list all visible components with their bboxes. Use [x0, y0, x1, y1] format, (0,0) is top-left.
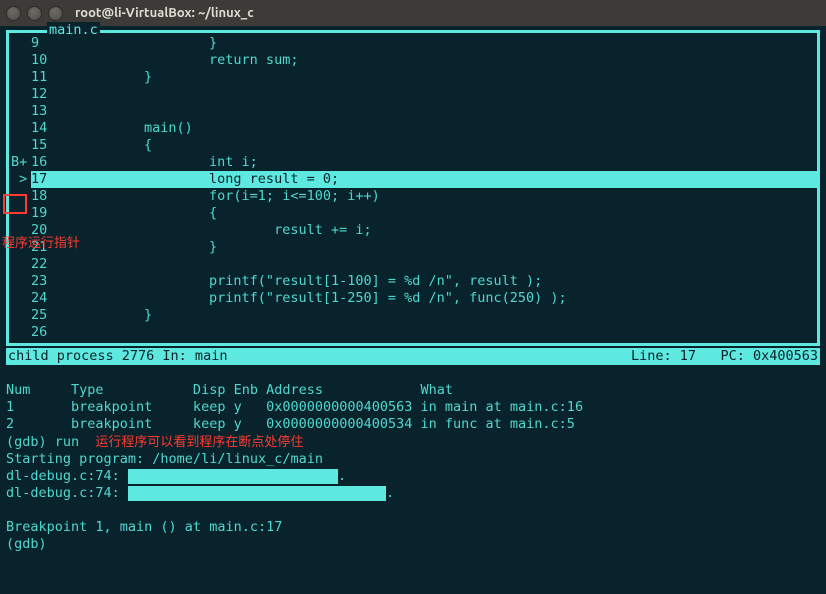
gdb-output: Num Type Disp Enb Address What 1 breakpo… — [6, 365, 820, 553]
gutter-marker — [11, 256, 31, 273]
line-number: 25 — [31, 307, 79, 324]
maximize-icon[interactable] — [48, 6, 63, 21]
line-number: 26 — [31, 324, 79, 341]
gutter-marker: B+ — [11, 154, 31, 171]
breakpoint-row: 2 breakpoint keep y 0x0000000000400534 i… — [6, 416, 575, 432]
gutter-marker — [11, 273, 31, 290]
source-line: 20 result += i; — [11, 222, 817, 239]
line-number: 15 — [31, 137, 79, 154]
gutter-marker — [11, 103, 31, 120]
line-number: 18 — [31, 188, 79, 205]
source-line: 25 } — [11, 307, 817, 324]
line-number: 19 — [31, 205, 79, 222]
line-number: 12 — [31, 86, 79, 103]
status-line-value: 17 — [680, 348, 696, 365]
line-number: 20 — [31, 222, 79, 239]
redacted-block — [128, 486, 386, 501]
redacted-block — [128, 469, 338, 484]
line-number: 22 — [31, 256, 79, 273]
code-text: } — [79, 239, 817, 256]
code-text: int i; — [79, 154, 817, 171]
source-line: 14 main() — [11, 120, 817, 137]
gutter-marker — [11, 222, 31, 239]
source-window: main.c 9 } 10 return sum; 11 } 12 13 14 … — [6, 30, 820, 346]
source-line: >17 long result = 0; — [11, 171, 817, 188]
annotation-run-note: 运行程序可以看到程序在断点处停住 — [95, 434, 303, 449]
code-text: } — [79, 35, 817, 52]
source-line: 23 printf("result[1-100] = %d /n", resul… — [11, 273, 817, 290]
gutter-marker — [11, 290, 31, 307]
line-number: 11 — [31, 69, 79, 86]
code-text: } — [79, 69, 817, 86]
code-text: long result = 0; — [79, 171, 817, 188]
minimize-icon[interactable] — [27, 6, 42, 21]
line-number: 16 — [31, 154, 79, 171]
gutter-marker — [11, 137, 31, 154]
code-text: { — [79, 205, 817, 222]
source-line: 24 printf("result[1-250] = %d /n", func(… — [11, 290, 817, 307]
breakpoint-table-header: Num Type Disp Enb Address What — [6, 382, 453, 398]
line-number: 10 — [31, 52, 79, 69]
window-titlebar: root@li-VirtualBox: ~/linux_c — [0, 0, 826, 26]
terminal[interactable]: main.c 9 } 10 return sum; 11 } 12 13 14 … — [0, 26, 826, 594]
gutter-marker — [11, 35, 31, 52]
status-line-label: Line: — [631, 348, 672, 365]
source-line: 11 } — [11, 69, 817, 86]
code-text: result += i; — [79, 222, 817, 239]
gdb-dl-debug-1: dl-debug.c:74: — [6, 468, 120, 484]
source-line: 13 — [11, 103, 817, 120]
source-line: 10 return sum; — [11, 52, 817, 69]
breakpoint-row: 1 breakpoint keep y 0x0000000000400563 i… — [6, 399, 583, 415]
source-line: 22 — [11, 256, 817, 273]
source-line: B+16 int i; — [11, 154, 817, 171]
code-text: } — [79, 307, 817, 324]
gdb-dl-debug-2: dl-debug.c:74: — [6, 485, 120, 501]
source-line: 26 — [11, 324, 817, 341]
code-text: return sum; — [79, 52, 817, 69]
source-line: 9 } — [11, 35, 817, 52]
code-text — [79, 86, 817, 103]
source-line: 18 for(i=1; i<=100; i++) — [11, 188, 817, 205]
code-text — [79, 324, 817, 341]
source-line: 19 { — [11, 205, 817, 222]
gutter-marker — [11, 239, 31, 256]
gdb-prompt[interactable]: (gdb) — [6, 536, 55, 552]
line-number: 14 — [31, 120, 79, 137]
gutter-marker — [11, 324, 31, 341]
code-text: printf("result[1-250] = %d /n", func(250… — [79, 290, 817, 307]
code-text: printf("result[1-100] = %d /n", result )… — [79, 273, 817, 290]
code-text — [79, 256, 817, 273]
code-text: { — [79, 137, 817, 154]
gutter-marker — [11, 307, 31, 324]
source-line: 15 { — [11, 137, 817, 154]
line-number: 21 — [31, 239, 79, 256]
gutter-marker: > — [11, 171, 31, 188]
status-pc-value: 0x400563 — [753, 348, 818, 365]
gutter-marker — [11, 205, 31, 222]
status-bar: child process 2776 In: main Line: 17 PC:… — [6, 348, 820, 365]
close-icon[interactable] — [6, 6, 21, 21]
source-file-label: main.c — [47, 22, 100, 39]
line-number: 23 — [31, 273, 79, 290]
status-pc-label: PC: — [720, 348, 744, 365]
gutter-marker — [11, 69, 31, 86]
source-line: 21 } — [11, 239, 817, 256]
code-text: for(i=1; i<=100; i++) — [79, 188, 817, 205]
gutter-marker — [11, 86, 31, 103]
gdb-run-command: (gdb) run — [6, 434, 79, 450]
line-number: 17 — [31, 171, 79, 188]
gdb-breakpoint-hit: Breakpoint 1, main () at main.c:17 — [6, 519, 282, 535]
code-text — [79, 103, 817, 120]
line-number: 13 — [31, 103, 79, 120]
code-text: main() — [79, 120, 817, 137]
gutter-marker — [11, 120, 31, 137]
source-line: 12 — [11, 86, 817, 103]
gdb-starting-program: Starting program: /home/li/linux_c/main — [6, 451, 323, 467]
window-title: root@li-VirtualBox: ~/linux_c — [75, 6, 254, 20]
status-process: child process 2776 In: main — [8, 348, 631, 365]
gutter-marker — [11, 52, 31, 69]
line-number: 24 — [31, 290, 79, 307]
gutter-marker — [11, 188, 31, 205]
